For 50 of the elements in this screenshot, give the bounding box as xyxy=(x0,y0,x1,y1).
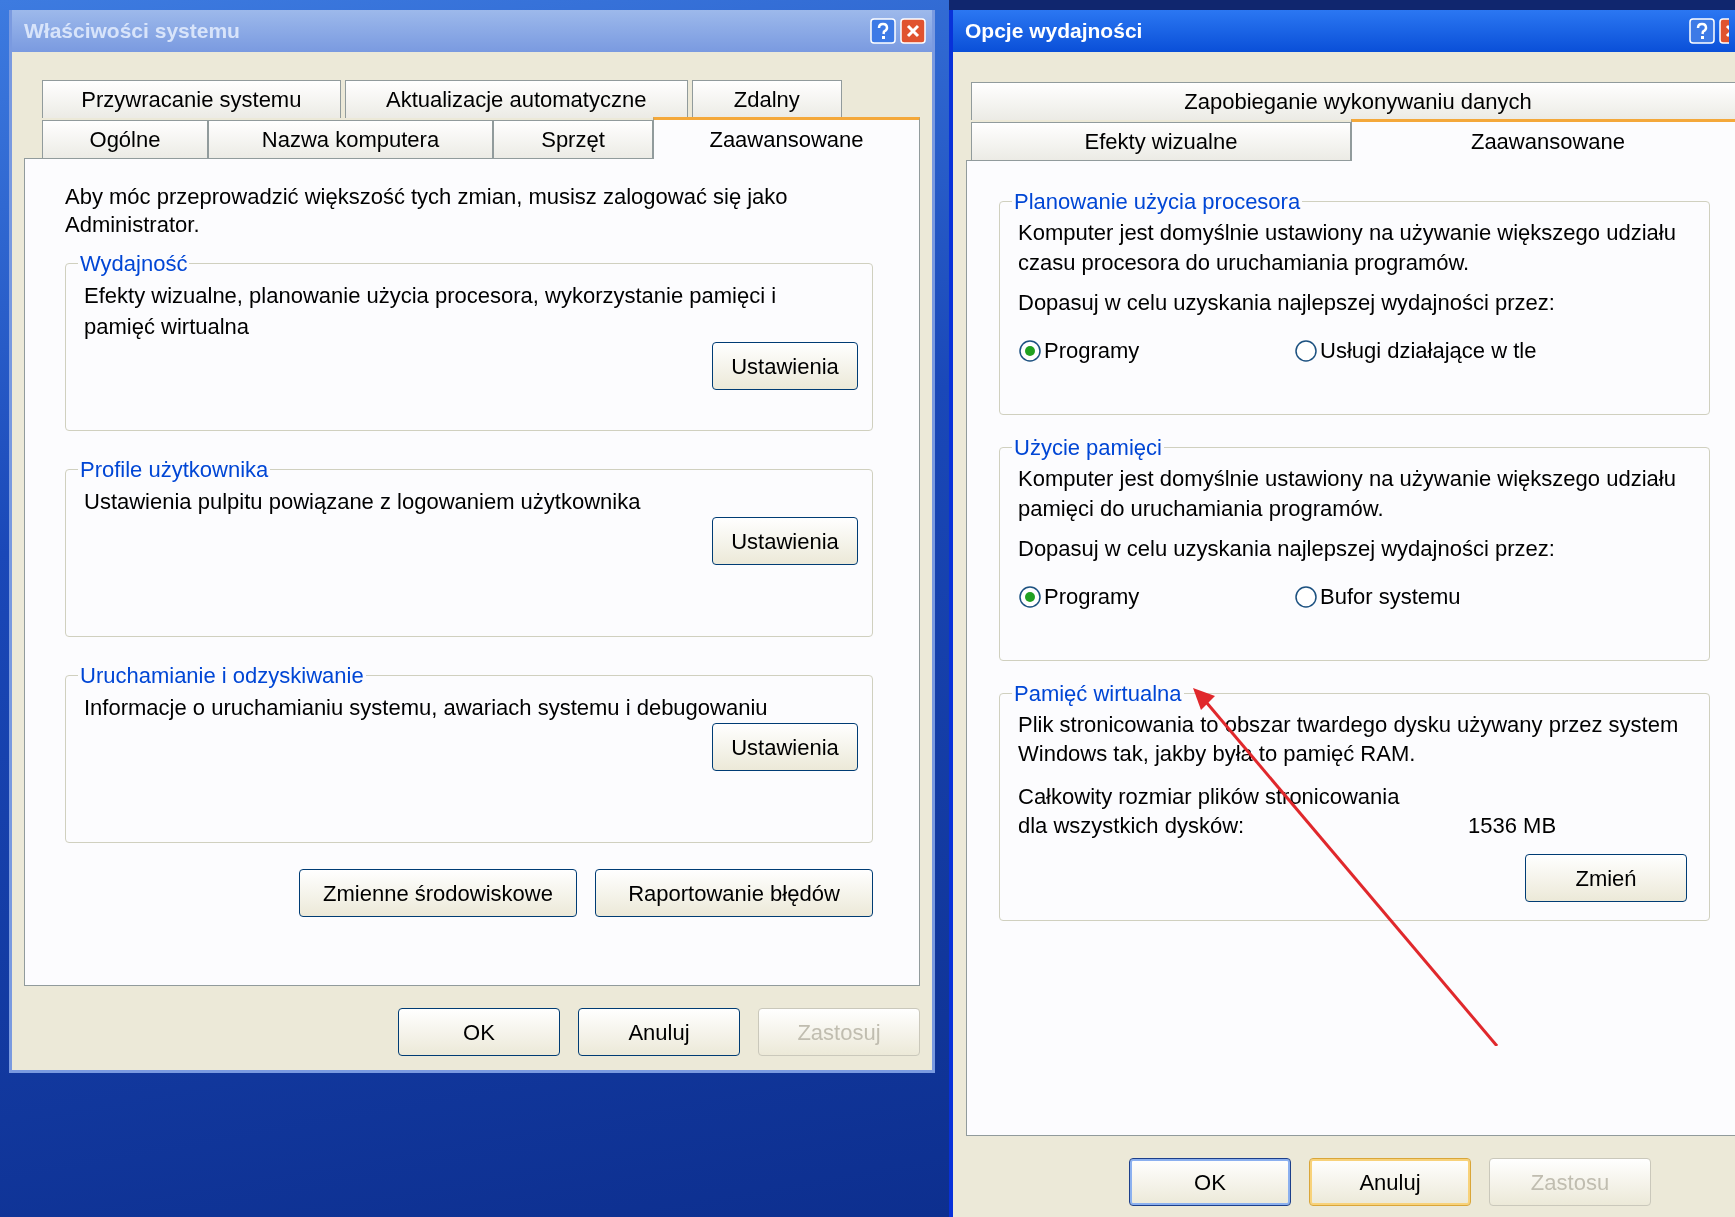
settings-button[interactable]: Ustawienia xyxy=(712,517,858,565)
tab[interactable]: Zaawansowane xyxy=(653,117,920,159)
dialog-button[interactable]: Zmienne środowiskowe xyxy=(299,869,577,917)
dialog-button[interactable]: Anuluj xyxy=(578,1008,740,1056)
close-icon[interactable] xyxy=(1719,18,1729,44)
group-description: Ustawienia pulpitu powiązane z logowaniem użytkownika xyxy=(84,488,642,516)
tab[interactable]: Nazwa komputera xyxy=(208,120,493,158)
tab[interactable]: Zdalny xyxy=(691,80,842,118)
tab[interactable]: Efekty wizualne xyxy=(971,122,1351,160)
dialog-button[interactable]: Anuluj xyxy=(1309,1158,1471,1206)
radio-label: Programy xyxy=(1044,583,1140,611)
radio-button[interactable] xyxy=(1294,584,1318,609)
radio-button[interactable] xyxy=(1018,584,1042,609)
help-icon[interactable] xyxy=(1689,18,1715,44)
radio-label: Usługi działające w tle xyxy=(1320,337,1537,365)
group-description: Informacje o uruchamianiu systemu, awariach systemu i debugowaniu xyxy=(84,694,769,722)
tab[interactable]: Zaawansowane xyxy=(1351,119,1735,161)
group-title: Wydajność xyxy=(79,250,189,278)
dialog-button[interactable]: OK xyxy=(398,1008,560,1056)
radio-button[interactable] xyxy=(1294,338,1318,363)
change-button[interactable]: Zmień xyxy=(1525,854,1687,902)
window-title: Opcje wydajności xyxy=(965,18,1143,45)
group-description: Efekty wizualne, planowanie użycia procesora, wykorzystanie pamięci i pamięć wirtualna xyxy=(84,282,778,341)
group-description: Komputer jest domyślnie ustawiony na używanie większego udziału pamięci do uruchamiania programów. xyxy=(1018,465,1677,523)
tab[interactable]: Ogólne xyxy=(42,120,208,158)
size-value: 1536 MB xyxy=(1468,812,1557,840)
settings-button[interactable]: Ustawienia xyxy=(712,342,858,390)
prompt-text: Dopasuj w celu uzyskania najlepszej wydajności przez: xyxy=(1018,535,1556,563)
size-label: dla wszystkich dysków: xyxy=(1018,812,1246,840)
dialog-button[interactable]: Raportowanie błędów xyxy=(595,869,873,917)
window-title: Właściwości systemu xyxy=(24,18,240,45)
tab[interactable]: Sprzęt xyxy=(493,120,653,158)
tab[interactable]: Aktualizacje automatyczne xyxy=(344,80,688,118)
radio-label: Programy xyxy=(1044,337,1140,365)
group-title: Pamięć wirtualna xyxy=(1013,680,1183,708)
help-icon[interactable] xyxy=(870,18,896,44)
tab[interactable]: Przywracanie systemu xyxy=(42,80,341,118)
tab[interactable]: Zapobieganie wykonywaniu danych xyxy=(971,82,1735,120)
group-title: Planowanie użycia procesora xyxy=(1013,188,1302,216)
close-icon[interactable] xyxy=(900,18,926,44)
intro-text: Aby móc przeprowadzić większość tych zmian, musisz zalogować się jako Administrator. xyxy=(65,183,789,239)
dialog-button[interactable]: OK xyxy=(1129,1158,1291,1206)
prompt-text: Dopasuj w celu uzyskania najlepszej wydajności przez: xyxy=(1018,289,1556,317)
group-title: Użycie pamięci xyxy=(1013,434,1163,462)
group-title: Uruchamianie i odzyskiwanie xyxy=(79,662,365,690)
radio-button[interactable] xyxy=(1018,338,1042,363)
settings-button[interactable]: Ustawienia xyxy=(712,723,858,771)
radio-label: Bufor systemu xyxy=(1320,583,1461,611)
group-title: Profile użytkownika xyxy=(79,456,270,484)
group-description: Komputer jest domyślnie ustawiony na używanie większego udziału czasu procesora do uruchamiania programów. xyxy=(1018,219,1677,277)
